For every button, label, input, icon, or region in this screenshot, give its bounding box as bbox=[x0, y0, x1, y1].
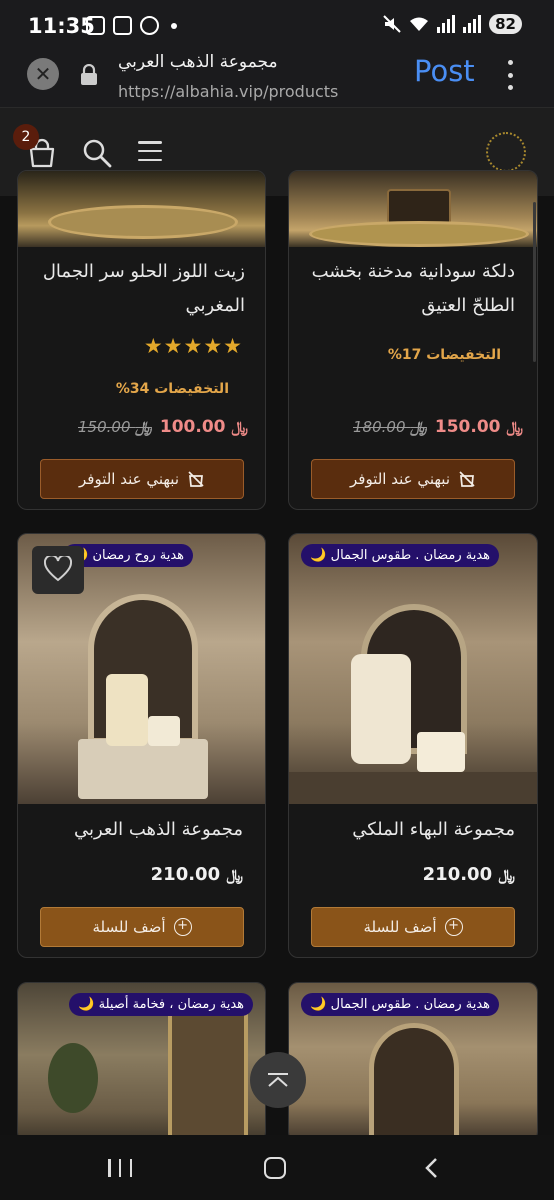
wifi-icon bbox=[410, 17, 429, 31]
page-url[interactable]: https://albahia.vip/products bbox=[118, 82, 338, 101]
price: 210.00 ﷼ bbox=[150, 864, 243, 885]
scroll-to-top-button[interactable] bbox=[250, 1052, 306, 1108]
product-card[interactable]: هدية روح رمضان 🌙 مجموعة الذهب العربي 210… bbox=[17, 533, 266, 958]
gift-tag: هدية رمضان . طقوس الجمال 🌙 bbox=[301, 993, 499, 1016]
search-icon[interactable] bbox=[82, 138, 112, 168]
close-icon: ✕ bbox=[34, 62, 52, 86]
signal-icon-2 bbox=[463, 15, 482, 33]
sale-price: ﷼ 100.00 bbox=[159, 417, 249, 437]
product-card[interactable]: دلكة سودانية مدخنة بخشب الطلحّ العتيق ال… bbox=[288, 170, 538, 510]
recent-apps-icon[interactable] bbox=[108, 1159, 132, 1177]
button-label: نبهني عند التوفر bbox=[350, 470, 450, 488]
page-title: مجموعة الذهب العربي bbox=[118, 52, 278, 72]
scrollbar[interactable] bbox=[533, 202, 536, 362]
price: 210.00 ﷼ bbox=[422, 864, 515, 885]
notify-icon bbox=[188, 471, 204, 487]
add-circle-icon: + bbox=[444, 918, 463, 936]
gift-tag: هدية رمضان . طقوس الجمال 🌙 bbox=[301, 544, 499, 567]
signal-icon-1 bbox=[437, 15, 456, 33]
sale-price: ﷼ 150.00 bbox=[434, 417, 524, 437]
heart-icon bbox=[44, 556, 72, 582]
notify-when-available-button[interactable]: نبهني عند التوفر bbox=[311, 459, 515, 499]
screenshot-icon bbox=[86, 16, 105, 35]
price-row: ﷼ 180.00 ﷼ 150.00 bbox=[353, 417, 523, 437]
lock-icon[interactable] bbox=[80, 64, 98, 86]
more-options-icon[interactable] bbox=[506, 60, 514, 90]
chat-icon bbox=[140, 16, 159, 35]
browser-toolbar: ✕ مجموعة الذهب العربي https://albahia.vi… bbox=[0, 52, 554, 108]
notification-icons bbox=[86, 16, 177, 35]
product-card[interactable]: هدية رمضان ، فخامة أصيلة 🌙 bbox=[17, 982, 266, 1142]
site-logo[interactable] bbox=[486, 132, 526, 172]
home-icon[interactable] bbox=[264, 1157, 286, 1179]
cart-count-badge: 2 bbox=[13, 124, 39, 150]
post-button[interactable]: Post bbox=[414, 54, 475, 88]
wishlist-button[interactable] bbox=[32, 546, 84, 594]
instagram-icon bbox=[113, 16, 132, 35]
more-notifications-icon bbox=[171, 22, 177, 29]
product-image[interactable] bbox=[289, 534, 537, 804]
gift-tag: هدية رمضان ، فخامة أصيلة 🌙 bbox=[69, 993, 253, 1016]
product-card[interactable]: هدية رمضان . طقوس الجمال 🌙 مجموعة البهاء… bbox=[288, 533, 538, 958]
back-icon[interactable] bbox=[424, 1157, 438, 1179]
button-label: نبهني عند التوفر bbox=[79, 470, 179, 488]
notify-icon bbox=[459, 471, 475, 487]
system-navigation-bar bbox=[0, 1135, 554, 1200]
add-to-cart-button[interactable]: + أضف للسلة bbox=[311, 907, 515, 947]
old-price: ﷼ 180.00 bbox=[353, 418, 427, 436]
close-tab-button[interactable]: ✕ bbox=[27, 58, 59, 90]
button-label: أضف للسلة bbox=[92, 918, 166, 936]
product-image[interactable] bbox=[289, 171, 537, 247]
add-circle-icon: + bbox=[173, 918, 192, 936]
product-name[interactable]: دلكة سودانية مدخنة بخشب الطلحّ العتيق bbox=[305, 255, 515, 323]
product-name[interactable]: زيت اللوز الحلو سر الجمال المغربي bbox=[35, 255, 245, 323]
product-name[interactable]: مجموعة البهاء الملكي bbox=[305, 813, 515, 847]
notify-when-available-button[interactable]: نبهني عند التوفر bbox=[40, 459, 244, 499]
price-row: ﷼ 150.00 ﷼ 100.00 bbox=[78, 417, 248, 437]
button-label: أضف للسلة bbox=[363, 918, 437, 936]
mute-icon bbox=[383, 15, 401, 33]
system-icons: 82 bbox=[383, 14, 522, 34]
product-image[interactable] bbox=[18, 171, 265, 247]
rating-stars: ★★★★★ bbox=[143, 334, 243, 358]
status-bar: 11:35 82 bbox=[0, 0, 554, 52]
discount-badge: التخفيضات 34% bbox=[115, 381, 229, 397]
chevron-up-icon bbox=[268, 1073, 288, 1087]
battery-level: 82 bbox=[489, 14, 522, 34]
product-card[interactable]: زيت اللوز الحلو سر الجمال المغربي ★★★★★ … bbox=[17, 170, 266, 510]
discount-badge: التخفيضات 17% bbox=[387, 347, 501, 363]
status-time: 11:35 bbox=[28, 14, 95, 38]
menu-icon[interactable] bbox=[138, 141, 162, 161]
product-name[interactable]: مجموعة الذهب العربي bbox=[33, 813, 243, 847]
old-price: ﷼ 150.00 bbox=[78, 418, 152, 436]
product-card[interactable]: هدية رمضان . طقوس الجمال 🌙 bbox=[288, 982, 538, 1142]
add-to-cart-button[interactable]: + أضف للسلة bbox=[40, 907, 244, 947]
